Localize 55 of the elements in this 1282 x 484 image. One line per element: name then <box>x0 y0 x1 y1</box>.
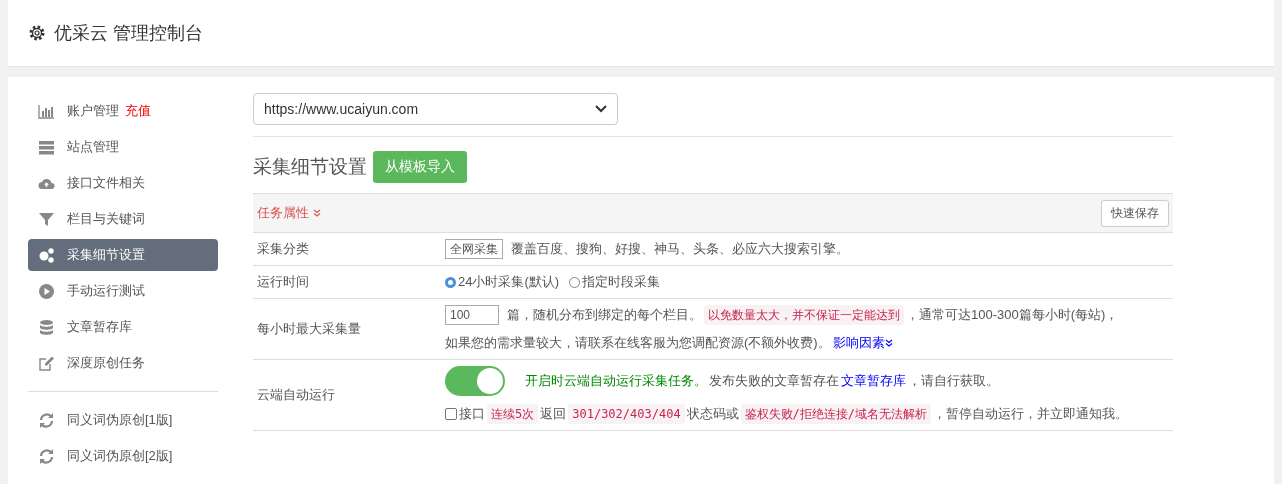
chevron-icon <box>884 339 893 347</box>
site-select[interactable]: https://www.ucaiyun.com <box>253 93 618 125</box>
help-text: 覆盖百度、搜狗、好搜、神马、头条、必应六大搜索引擎。 <box>511 240 849 258</box>
save-button[interactable]: 快速保存 <box>1101 199 1169 227</box>
field-label: 采集分类 <box>256 240 310 258</box>
sidebar-item[interactable]: 接口文件相关 <box>28 167 218 199</box>
code-tag: 以免数量太大，并不保证一定能达到 <box>704 305 904 325</box>
help-text: 返回 <box>540 405 567 423</box>
status-text: 开启时云端自动运行采集任务。 <box>525 372 707 390</box>
caret-icon <box>595 105 607 113</box>
edit-icon <box>38 354 55 372</box>
sidebar-item[interactable]: 同义词伪原创[1版] <box>28 404 218 436</box>
help-text: ，请自行获取。 <box>908 372 999 390</box>
play-icon <box>38 282 55 300</box>
app-title: 优采云 管理控制台 <box>54 22 203 45</box>
settings-icon <box>28 24 46 42</box>
chevron-icon <box>313 209 321 217</box>
filter-icon <box>38 210 55 228</box>
help-text: 如果您的需求量较大，请联系在线客服为您调配资源(不额外收费)。 <box>445 334 831 352</box>
sidebar-item[interactable]: 深度原创任务 <box>28 347 218 379</box>
sidebar-item[interactable]: 手动运行测试 <box>28 275 218 307</box>
sidebar-item[interactable]: 同义词伪原创[2版] <box>28 440 218 472</box>
task-properties-link[interactable]: 任务属性 <box>257 204 321 222</box>
field-label: 运行时间 <box>256 273 310 291</box>
help-text: 篇，随机分布到绑定的每个栏目。 <box>507 306 702 324</box>
code-tag: 301/302/403/404 <box>568 404 685 424</box>
radio-button[interactable] <box>445 276 456 288</box>
sidebar-item[interactable]: 账户管理 充值 <box>28 95 218 127</box>
factors-link[interactable]: 影响因素 <box>832 333 893 353</box>
code-tag: 鉴权失败/拒绝连接/域名无法解析 <box>740 404 932 424</box>
radio-label[interactable]: 24小时采集(默认) <box>458 272 560 292</box>
category-select[interactable]: 全网采集 <box>445 239 503 259</box>
sidebar-item[interactable]: 站点管理 <box>28 131 218 163</box>
refresh-icon <box>38 447 55 465</box>
checkbox[interactable] <box>445 408 457 420</box>
help-text: 状态码或 <box>686 405 739 423</box>
field-label: 云端自动运行 <box>256 386 336 404</box>
refresh-icon <box>38 411 55 429</box>
field-label: 每小时最大采集量 <box>256 320 362 338</box>
chart-icon <box>38 102 55 120</box>
database-icon <box>38 318 55 336</box>
help-text: 接口 <box>459 405 485 423</box>
radio-label[interactable]: 指定时段采集 <box>582 272 661 292</box>
help-text: ，通常可达100-300篇每小时(每站)， <box>906 306 1119 324</box>
count-input[interactable]: 100 <box>445 305 499 325</box>
help-text: ，暂停自动运行，并立即通知我。 <box>933 405 1129 423</box>
help-text: 发布失败的文章暂存在 <box>709 372 839 390</box>
sidebar-item[interactable]: 栏目与关键词 <box>28 203 218 235</box>
sidebar-item[interactable]: 文章暂存库 <box>28 311 218 343</box>
storage-link[interactable]: 文章暂存库 <box>841 371 906 391</box>
toggle-switch[interactable] <box>445 366 505 396</box>
server-icon <box>38 138 55 156</box>
sidebar-item[interactable]: 采集细节设置 <box>28 239 218 271</box>
code-tag: 连续5次 <box>487 404 539 424</box>
section-title: 采集细节设置 <box>253 155 367 179</box>
